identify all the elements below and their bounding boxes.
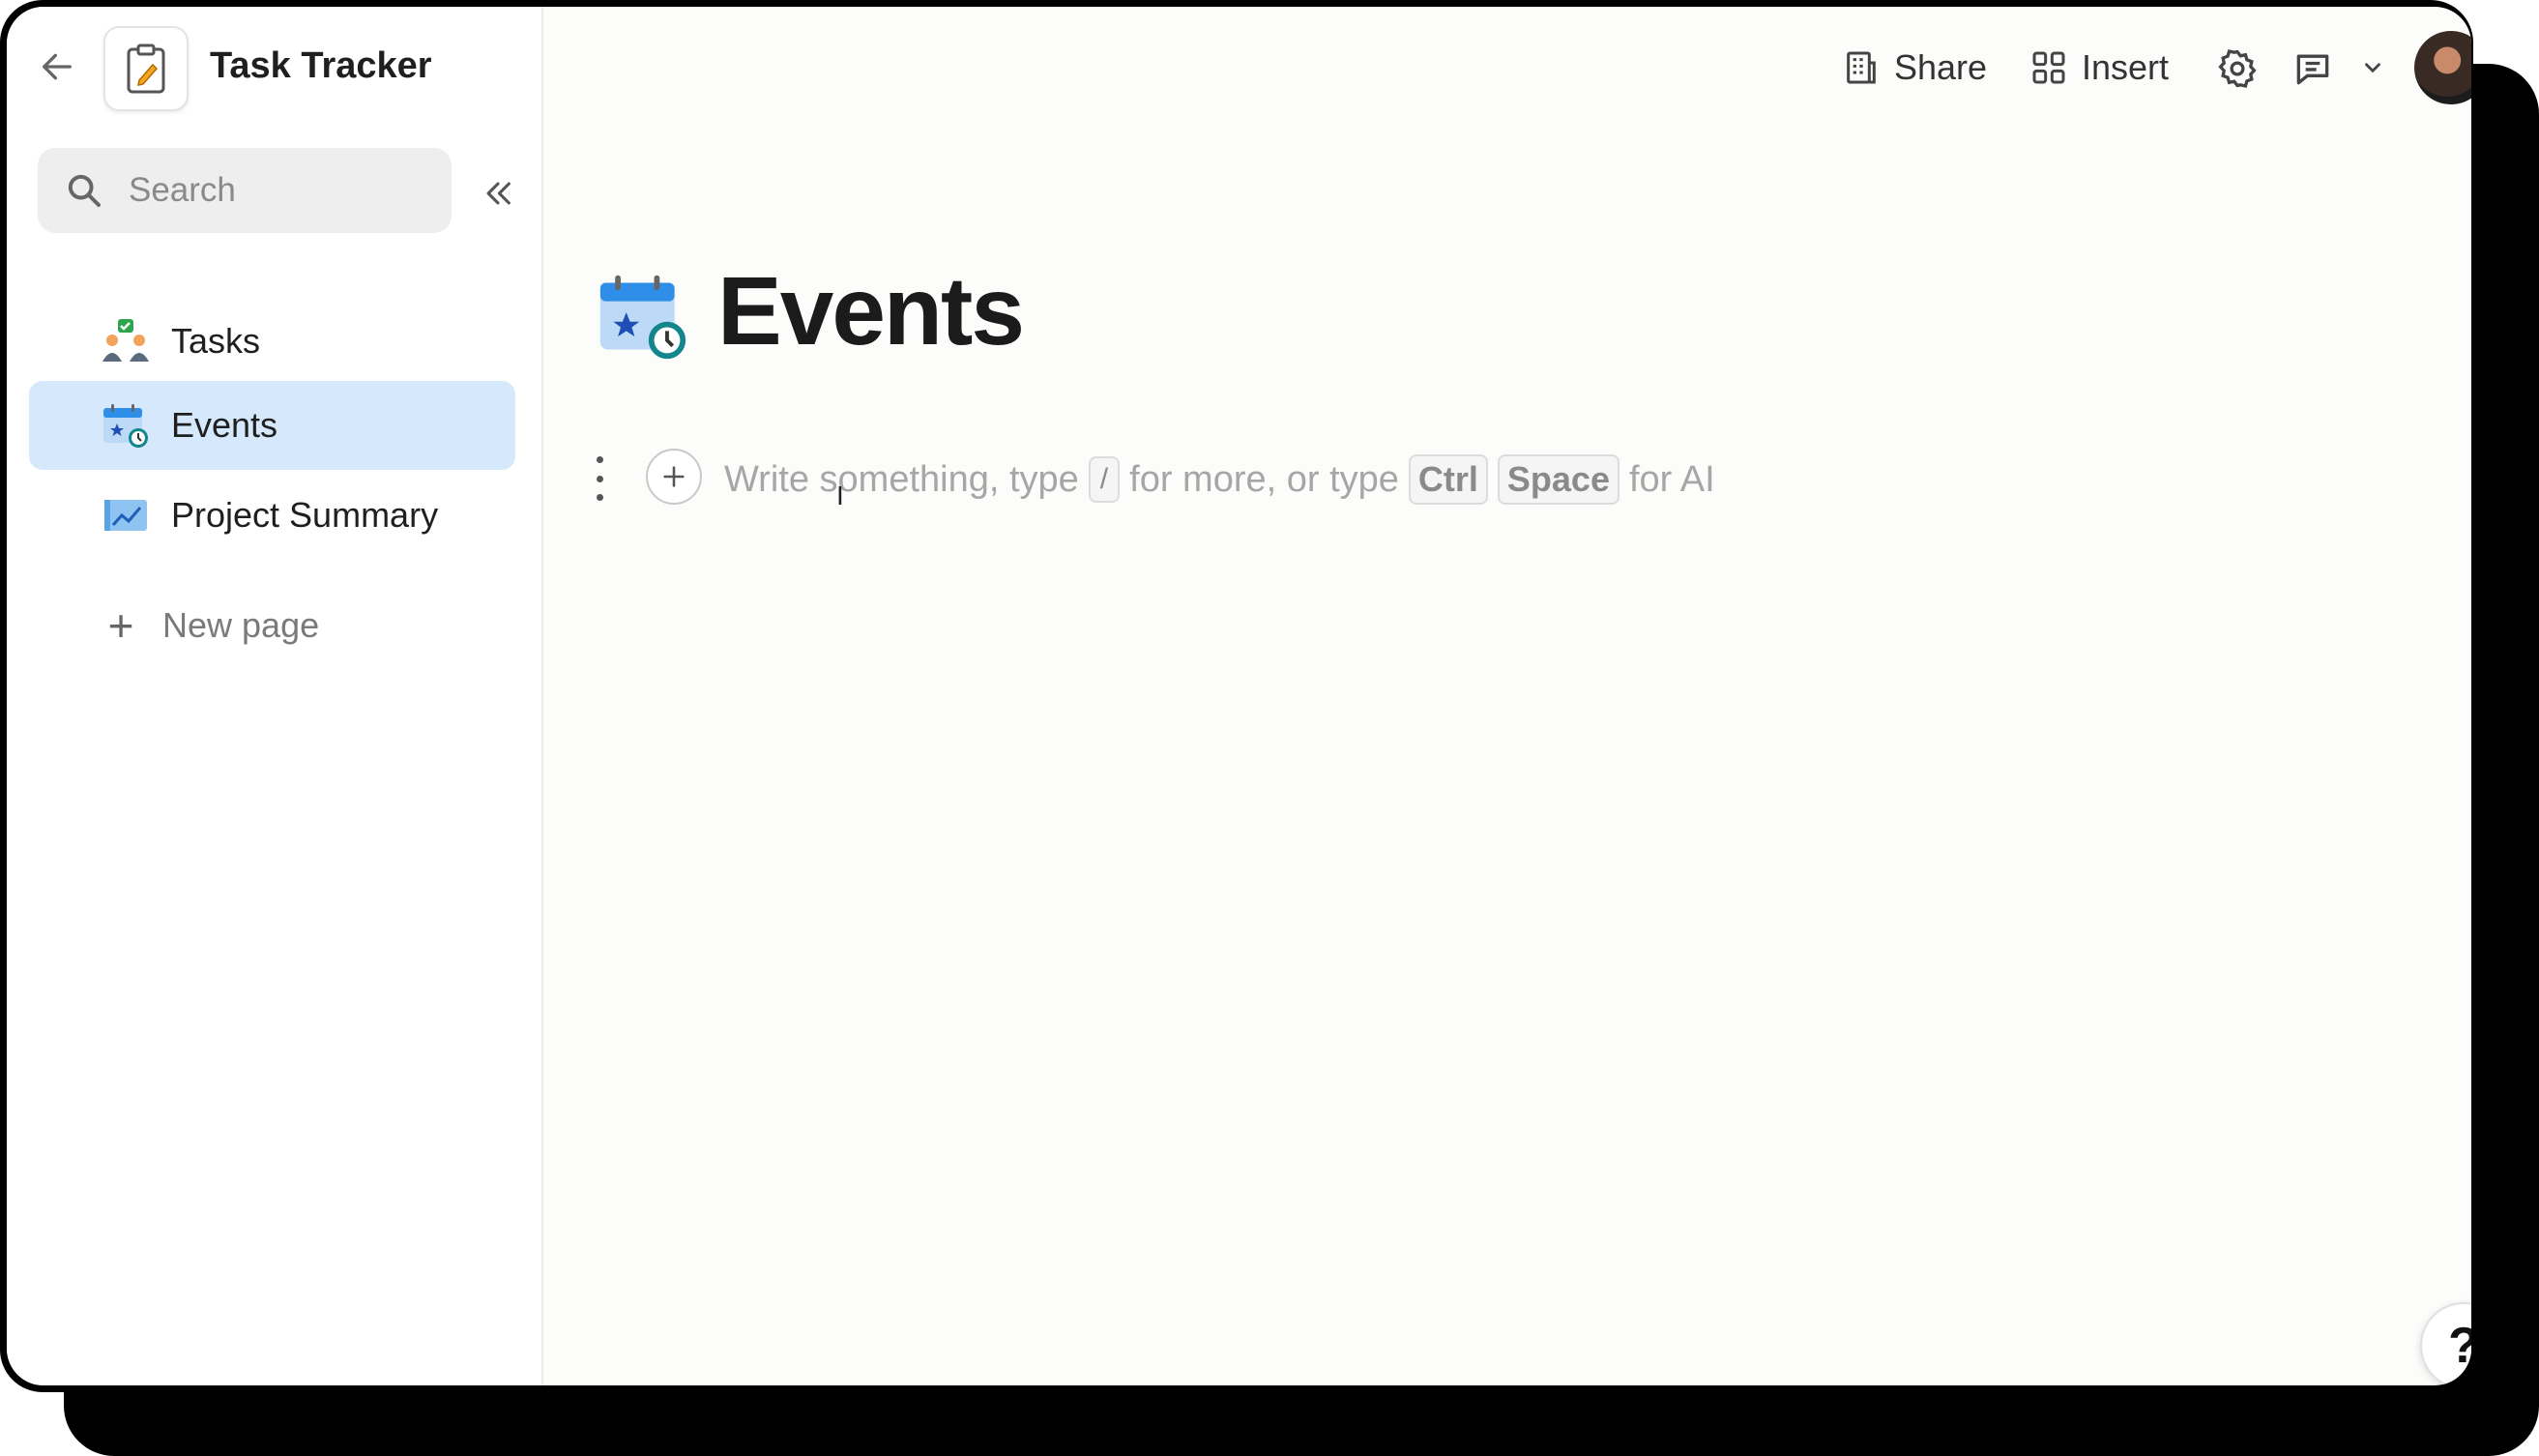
comments-dropdown-button[interactable] [2360,55,2385,80]
page-title[interactable]: Events [717,256,1025,367]
search-box[interactable] [38,148,452,233]
arrow-left-icon [43,53,73,80]
clipboard-pencil-icon [127,44,165,94]
chart-image-icon [102,491,150,539]
share-label: Share [1894,47,1988,87]
grid-plus-icon [2032,51,2065,84]
ctrl-key: Ctrl [1408,454,1488,505]
drag-dot [596,494,603,501]
sidebar-item-tasks[interactable]: Tasks [29,297,515,386]
double-chevron-left-icon [486,182,511,205]
insert-button[interactable]: Insert [2029,47,2169,88]
space-key: Space [1497,454,1620,505]
new-page-button[interactable]: + New page [99,597,320,655]
calendar-clock-icon [102,401,150,450]
doc-title[interactable]: Task Tracker [210,45,432,87]
add-block-button[interactable] [646,449,702,505]
new-page-label: New page [162,605,320,645]
settings-button[interactable] [2216,47,2259,90]
sidebar-item-label: Tasks [171,321,261,361]
user-avatar[interactable] [2414,31,2471,104]
drag-dot [596,475,603,482]
placeholder-text: Write something, type [724,458,1079,500]
drag-dot [596,456,603,463]
building-icon [1847,51,1876,84]
editor-placeholder[interactable]: Write something, type / for more, or typ… [724,454,1715,505]
app-surface: Task Tracker Search Tasks Events Project… [7,7,2471,1385]
comment-icon [2296,54,2329,85]
plus-icon: + [107,600,134,651]
share-button[interactable]: Share [1842,47,1987,88]
collapse-sidebar-button[interactable] [476,171,520,216]
text-cursor-icon: I [836,480,844,510]
slash-key: / [1088,456,1121,503]
sidebar-item-label: Events [171,405,278,445]
gear-icon [2218,49,2257,88]
doc-icon-button[interactable] [103,26,189,111]
drag-handle[interactable] [587,456,612,501]
sidebar-item-label: Project Summary [171,495,439,535]
tasks-people-icon [102,317,150,365]
sidebar: Task Tracker Search Tasks Events Project… [7,7,543,1385]
sidebar-item-project-summary[interactable]: Project Summary [29,471,515,560]
placeholder-text: for more, or type [1129,458,1399,500]
insert-label: Insert [2082,47,2170,87]
back-button[interactable] [31,41,83,93]
help-button[interactable]: ? [2420,1302,2471,1385]
page-calendar-icon[interactable] [597,268,689,364]
plus-icon [663,466,685,487]
app-window: Task Tracker Search Tasks Events Project… [0,0,2473,1392]
comments-button[interactable] [2291,47,2335,90]
placeholder-text: for AI [1628,458,1715,500]
search-input[interactable] [127,170,440,211]
chevron-down-icon [2365,63,2380,73]
sidebar-item-events[interactable]: Events [29,381,515,470]
search-icon [68,174,101,207]
